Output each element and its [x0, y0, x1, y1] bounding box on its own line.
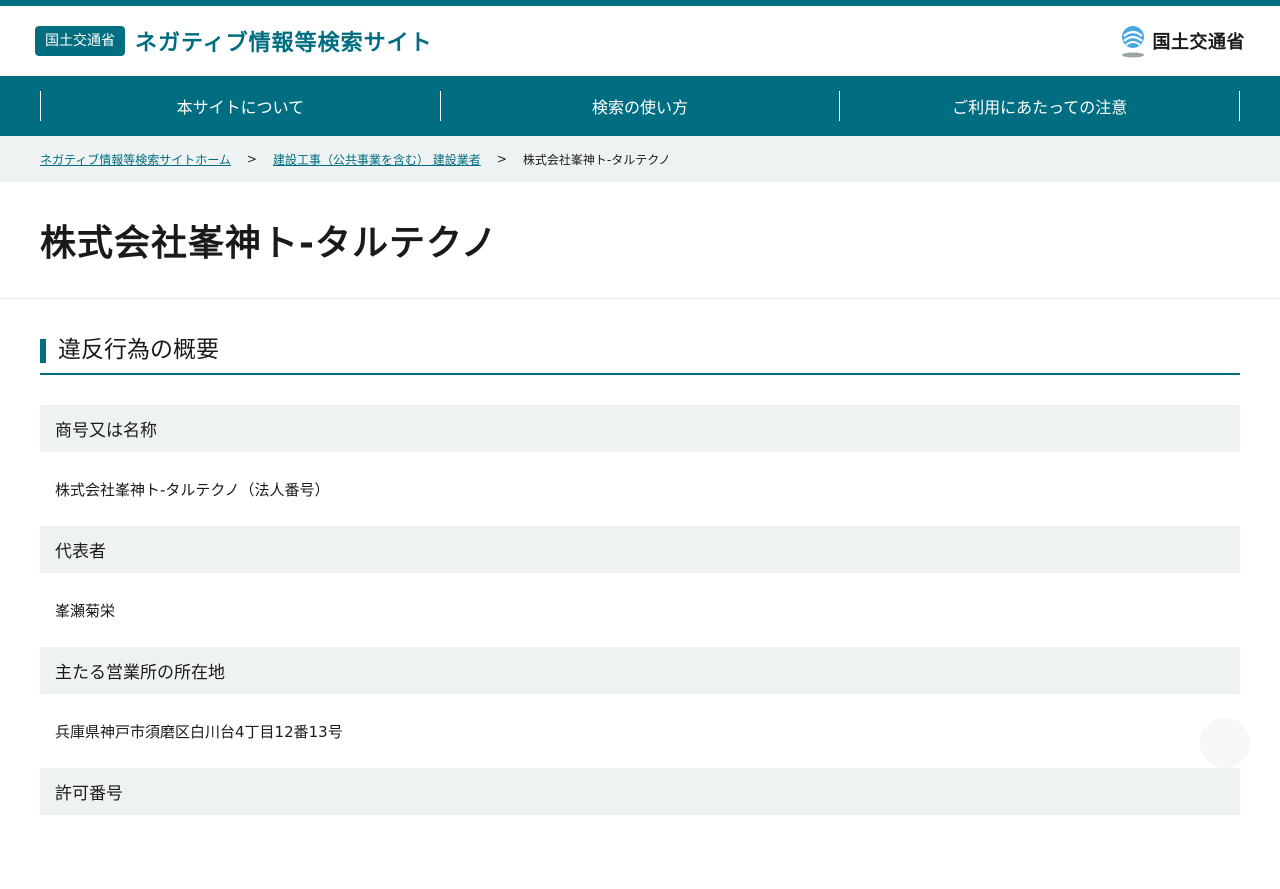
ministry-emblem-icon — [1121, 26, 1144, 58]
nav-item-how-to-search[interactable]: 検索の使い方 — [439, 91, 840, 121]
breadcrumb-category-link[interactable]: 建設工事（公共事業を含む） 建設業者 — [273, 151, 481, 168]
nav-item-usage-notes[interactable]: ご利用にあたっての注意 — [839, 91, 1241, 121]
page-title: 株式会社峯神ト-タルテクノ — [40, 223, 498, 264]
field-label: 主たる営業所の所在地 — [40, 647, 1240, 694]
field-value: 兵庫県神戸市須磨区白川台4丁目12番13号 — [55, 722, 343, 741]
site-brand[interactable]: 国土交通省 ネガティブ情報等検索サイト — [35, 25, 433, 57]
field-value: 峯瀬菊栄 — [55, 601, 116, 620]
field-company-name: 商号又は名称 株式会社峯神ト-タルテクノ（法人番号） — [40, 405, 1240, 526]
section-title: 違反行為の概要 — [58, 337, 219, 363]
breadcrumb-home-link[interactable]: ネガティブ情報等検索サイトホーム — [40, 151, 231, 168]
page-header: 株式会社峯神ト-タルテクノ — [0, 182, 1280, 299]
ministry-logo[interactable]: 国土交通省 — [1119, 24, 1246, 58]
ministry-badge: 国土交通省 — [35, 26, 125, 56]
field-label: 商号又は名称 — [40, 405, 1240, 452]
section-header: 違反行為の概要 — [40, 337, 1240, 375]
breadcrumb-current: 株式会社峯神ト-タルテクノ — [522, 152, 671, 167]
site-header: 国土交通省 ネガティブ情報等検索サイト 国土交通省 — [0, 6, 1280, 76]
field-license-number: 許可番号 — [40, 768, 1240, 889]
site-title: ネガティブ情報等検索サイト — [135, 31, 433, 56]
section-accent-bar — [40, 339, 46, 363]
breadcrumb-separator: > — [246, 152, 257, 166]
field-value: 株式会社峯神ト-タルテクノ（法人番号） — [55, 480, 330, 499]
field-label: 許可番号 — [40, 768, 1240, 815]
main-content: 違反行為の概要 商号又は名称 株式会社峯神ト-タルテクノ（法人番号） 代表者 峯… — [0, 337, 1280, 889]
scroll-to-top-button[interactable] — [1200, 718, 1250, 768]
field-label: 代表者 — [40, 526, 1240, 573]
ministry-name: 国土交通省 — [1152, 32, 1245, 53]
field-representative: 代表者 峯瀬菊栄 — [40, 526, 1240, 647]
field-main-office-address: 主たる営業所の所在地 兵庫県神戸市須磨区白川台4丁目12番13号 — [40, 647, 1240, 768]
global-nav: 本サイトについて 検索の使い方 ご利用にあたっての注意 — [0, 76, 1280, 136]
nav-item-about[interactable]: 本サイトについて — [40, 91, 440, 121]
breadcrumb: ネガティブ情報等検索サイトホーム > 建設工事（公共事業を含む） 建設業者 > … — [0, 136, 1280, 182]
field-value — [40, 815, 1240, 889]
breadcrumb-separator: > — [496, 152, 507, 166]
